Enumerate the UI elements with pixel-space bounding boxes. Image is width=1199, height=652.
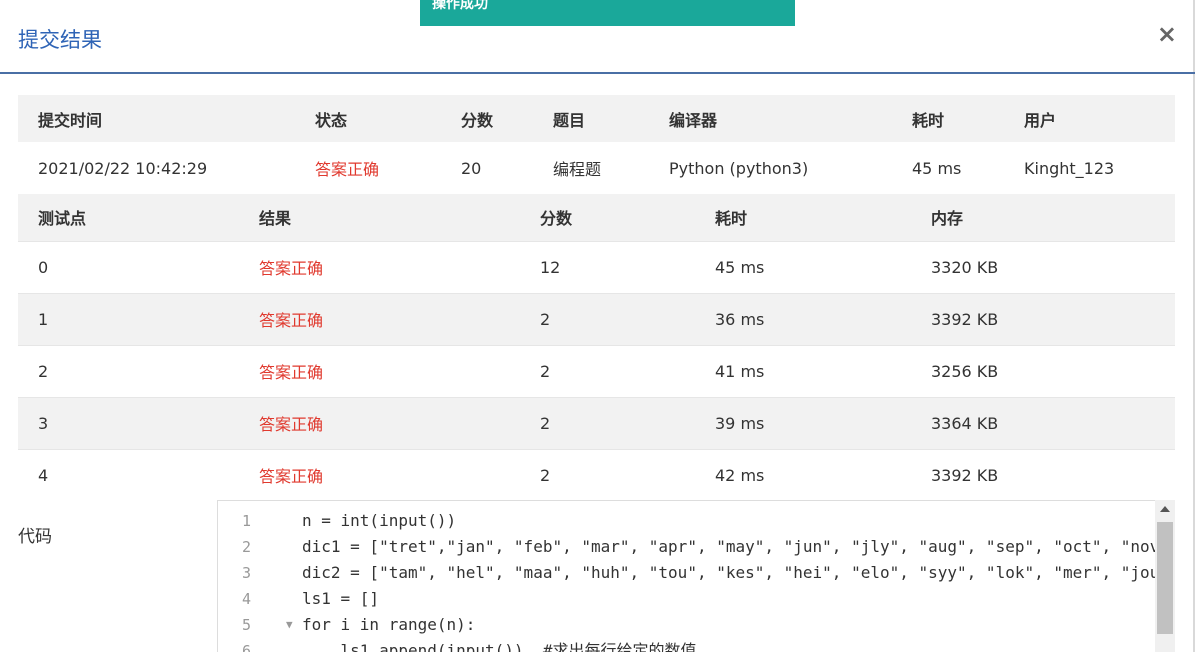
table-row: 4 答案正确 2 42 ms 3392 KB bbox=[18, 449, 1175, 501]
col-compiler: 编译器 bbox=[669, 110, 718, 130]
col-case-time: 耗时 bbox=[715, 209, 748, 229]
case-memory: 3392 KB bbox=[931, 465, 999, 485]
case-result: 答案正确 bbox=[259, 415, 324, 434]
cases-header-row: 测试点 结果 分数 耗时 内存 bbox=[18, 194, 1175, 241]
code-scrollbar[interactable] bbox=[1155, 500, 1175, 652]
case-score: 2 bbox=[540, 309, 551, 329]
code-line: 5 ▼ for i in range(n): bbox=[218, 612, 1158, 638]
case-score: 2 bbox=[540, 361, 551, 381]
case-result: 答案正确 bbox=[259, 311, 324, 330]
code-text: n = int(input()) bbox=[302, 511, 457, 530]
col-test-point: 测试点 bbox=[38, 209, 87, 229]
code-line: 4 ls1 = [] bbox=[218, 586, 1158, 612]
submit-time: 2021/02/22 10:42:29 bbox=[38, 158, 208, 178]
col-problem: 题目 bbox=[553, 110, 586, 130]
success-toast: 操作成功 bbox=[420, 0, 795, 26]
summary-row: 2021/02/22 10:42:29 答案正确 20 编程题 Python (… bbox=[18, 142, 1175, 194]
code-text: dic2 = ["tam", "hel", "maa", "huh", "tou… bbox=[302, 563, 1155, 582]
code-lines: 1 n = int(input()) 2 dic1 = ["tret","jan", … bbox=[218, 508, 1158, 652]
test-point-id: 0 bbox=[38, 257, 49, 277]
code-label: 代码 bbox=[18, 527, 52, 547]
test-point-id: 4 bbox=[38, 465, 49, 485]
problem-link[interactable]: 编程题 bbox=[533, 142, 649, 194]
case-result: 答案正确 bbox=[259, 467, 324, 487]
case-score: 2 bbox=[540, 465, 551, 485]
fold-arrow-icon[interactable]: ▼ bbox=[286, 612, 293, 638]
score: 20 bbox=[461, 158, 482, 178]
case-result: 答案正确 bbox=[259, 259, 324, 278]
code-text: dic1 = ["tret","jan", "feb", "mar", "apr… bbox=[302, 537, 1155, 556]
code-line: 6 ls1.append(input()) #求出每行给定的数值 bbox=[218, 638, 1158, 652]
case-result: 答案正确 bbox=[259, 363, 324, 382]
case-time: 45 ms bbox=[715, 257, 765, 277]
line-number: 2 bbox=[242, 538, 252, 556]
code-text: for i in range(n): bbox=[302, 615, 476, 634]
case-memory: 3320 KB bbox=[931, 257, 999, 277]
case-memory: 3364 KB bbox=[931, 413, 999, 433]
code-line: 1 n = int(input()) bbox=[218, 508, 1158, 534]
case-memory: 3392 KB bbox=[931, 309, 999, 329]
col-user: 用户 bbox=[1024, 110, 1057, 130]
line-number: 1 bbox=[242, 512, 252, 530]
table-row: 3 答案正确 2 39 ms 3364 KB bbox=[18, 397, 1175, 449]
scroll-thumb[interactable] bbox=[1157, 522, 1173, 634]
col-result: 结果 bbox=[259, 209, 292, 229]
line-number: 6 bbox=[242, 642, 252, 652]
submission-summary-table: 提交时间 状态 分数 题目 编译器 耗时 用户 2021/02/22 10:42… bbox=[18, 95, 1175, 194]
submission-result-dialog: 提交结果 × 提交时间 状态 分数 题目 编译器 耗时 用户 2021/02/2… bbox=[0, 0, 1195, 652]
close-button[interactable]: × bbox=[1157, 22, 1177, 46]
case-time: 41 ms bbox=[715, 361, 765, 381]
test-point-id: 3 bbox=[38, 413, 49, 433]
code-line: 2 dic1 = ["tret","jan", "feb", "mar", "ap… bbox=[218, 534, 1158, 560]
col-memory: 内存 bbox=[931, 209, 964, 229]
test-point-id: 2 bbox=[38, 361, 49, 381]
col-case-score: 分数 bbox=[540, 209, 573, 229]
compiler: Python (python3) bbox=[669, 158, 809, 178]
case-time: 42 ms bbox=[715, 465, 765, 485]
line-number: 3 bbox=[242, 564, 252, 582]
scroll-up-arrow-icon[interactable] bbox=[1160, 506, 1170, 512]
line-number: 5 bbox=[242, 616, 252, 634]
col-status: 状态 bbox=[315, 110, 348, 130]
code-text: ls1 = [] bbox=[302, 589, 380, 608]
dialog-title: 提交结果 bbox=[18, 28, 102, 52]
status-badge: 答案正确 bbox=[315, 160, 380, 179]
test-point-id: 1 bbox=[38, 309, 49, 329]
code-editor[interactable]: 1 n = int(input()) 2 dic1 = ["tret","jan", … bbox=[217, 500, 1175, 652]
line-number: 4 bbox=[242, 590, 252, 608]
case-score: 12 bbox=[540, 257, 561, 277]
col-time: 耗时 bbox=[912, 110, 945, 130]
code-line: 3 dic2 = ["tam", "hel", "maa", "huh", "to… bbox=[218, 560, 1158, 586]
summary-header-row: 提交时间 状态 分数 题目 编译器 耗时 用户 bbox=[18, 95, 1175, 142]
table-row: 1 答案正确 2 36 ms 3392 KB bbox=[18, 293, 1175, 345]
test-cases-table: 测试点 结果 分数 耗时 内存 0 答案正确 12 45 ms 3320 KB … bbox=[18, 194, 1175, 501]
case-time: 36 ms bbox=[715, 309, 765, 329]
case-memory: 3256 KB bbox=[931, 361, 999, 381]
elapsed-time: 45 ms bbox=[912, 158, 962, 178]
table-row: 2 答案正确 2 41 ms 3256 KB bbox=[18, 345, 1175, 397]
table-row: 0 答案正确 12 45 ms 3320 KB bbox=[18, 241, 1175, 293]
user-link[interactable]: Kinght_123 bbox=[1004, 142, 1175, 194]
case-time: 39 ms bbox=[715, 413, 765, 433]
col-submit-time: 提交时间 bbox=[38, 110, 103, 130]
case-score: 2 bbox=[540, 413, 551, 433]
col-score: 分数 bbox=[461, 110, 494, 130]
code-text: ls1.append(input()) #求出每行给定的数值 bbox=[302, 641, 697, 652]
